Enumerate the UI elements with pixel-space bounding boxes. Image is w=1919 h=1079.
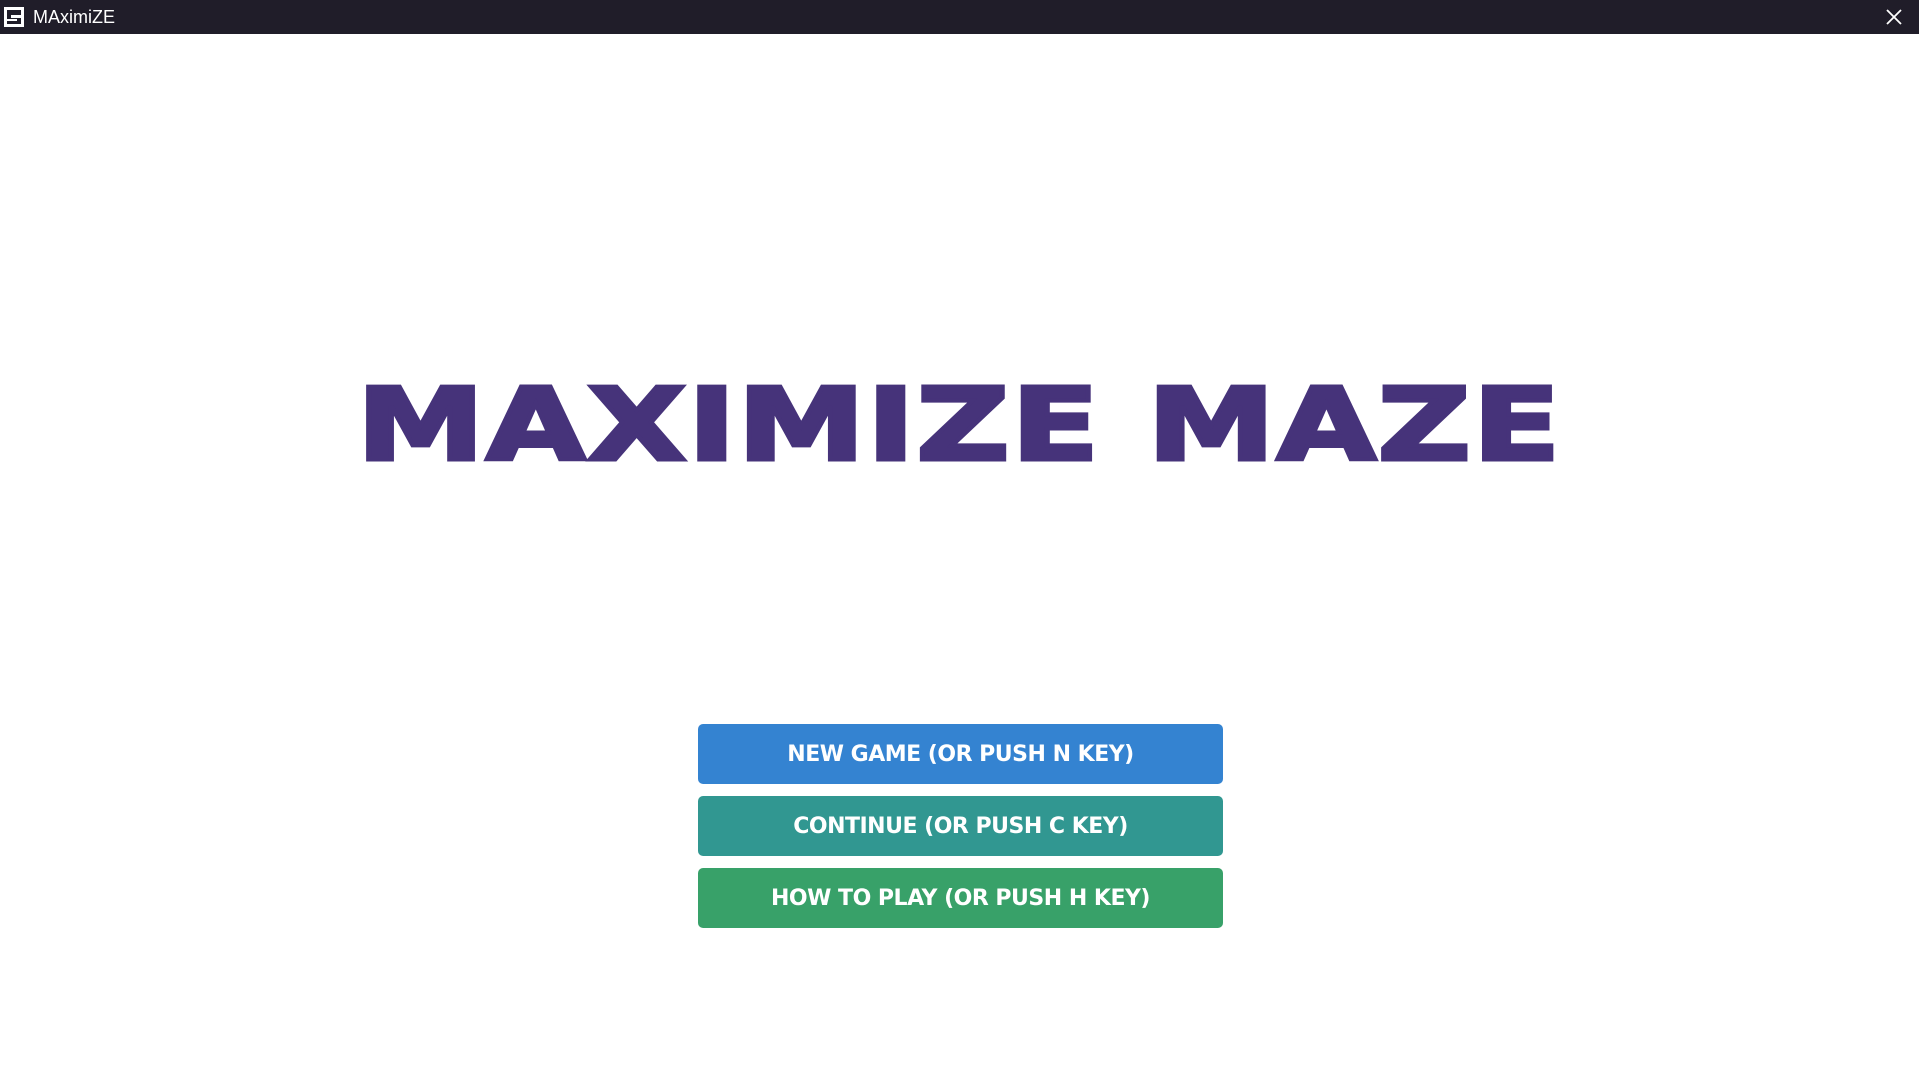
main-menu: NEW GAME (OR PUSH N KEY) CONTINUE (OR PU… [698,724,1223,940]
window-titlebar: MAximiZE [0,0,1919,34]
window-title: MAximiZE [33,6,115,27]
how-to-play-button[interactable]: HOW TO PLAY (OR PUSH H KEY) [698,868,1223,928]
new-game-button[interactable]: NEW GAME (OR PUSH N KEY) [698,724,1223,784]
maze-app-icon [3,6,25,28]
game-screen: MAXIMIZE MAZE NEW GAME (OR PUSH N KEY) C… [0,34,1919,1079]
close-icon[interactable] [1883,6,1905,28]
continue-button[interactable]: CONTINUE (OR PUSH C KEY) [698,796,1223,856]
game-title: MAXIMIZE MAZE [354,367,1563,484]
